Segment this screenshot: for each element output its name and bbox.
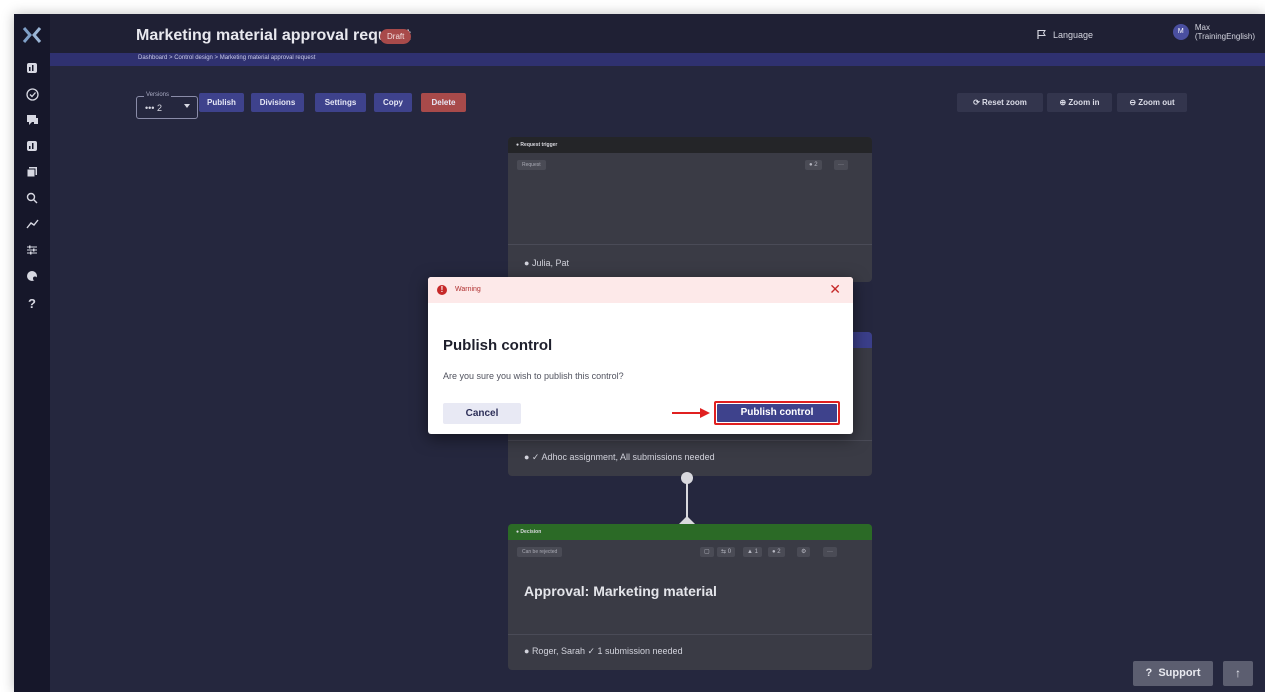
dialog-message: Are you sure you wish to publish this co… xyxy=(443,371,624,381)
versions-label: Versions xyxy=(144,92,172,98)
zoom-out-icon: ⊖ xyxy=(1129,98,1139,107)
app-logo[interactable] xyxy=(21,25,43,45)
assignees-label: Julia, Pat xyxy=(531,258,569,268)
avatar: M xyxy=(1172,24,1189,40)
check-circle-icon[interactable] xyxy=(23,88,41,104)
decision-card[interactable]: ● Decision Can be rejected ▢ ⇆ 0 ▲ 1 ● 2… xyxy=(508,524,872,670)
zoom-out-button[interactable]: ⊖ Zoom out xyxy=(1117,93,1187,112)
dialog-title: Publish control xyxy=(443,337,553,354)
sidebar: ? xyxy=(14,14,50,692)
user-name-line1: Max xyxy=(1194,23,1210,32)
arrow-right-icon xyxy=(672,408,710,418)
card-footer: ● Roger, Sarah ✓ 1 submission needed xyxy=(508,634,872,670)
delete-button[interactable]: Delete xyxy=(421,93,466,112)
publish-control-button[interactable]: Publish control xyxy=(714,401,840,425)
scroll-top-button[interactable]: ↑ xyxy=(1223,661,1253,686)
settings-icon[interactable]: ⚙ xyxy=(797,547,811,557)
type-tag: Request xyxy=(517,160,546,170)
publish-control-label: Publish control xyxy=(717,404,837,422)
assignee-count: 2 xyxy=(777,549,781,555)
card-header: ● Decision xyxy=(508,524,872,540)
trend-icon[interactable] xyxy=(23,218,41,234)
zoom-in-button[interactable]: ⊕ Zoom in xyxy=(1047,93,1112,112)
dashboard-icon[interactable] xyxy=(23,62,41,78)
bell-chip[interactable]: ▲ 1 xyxy=(743,547,762,557)
branch-count: 0 xyxy=(727,549,732,555)
dialog-header-label: Warning xyxy=(455,286,481,293)
help-icon: ? xyxy=(1145,667,1159,679)
support-label: Support xyxy=(1158,667,1201,679)
chat-icon[interactable] xyxy=(23,114,41,130)
sliders-icon[interactable] xyxy=(23,244,41,260)
divisions-button[interactable]: Divisions xyxy=(251,93,304,112)
header-bar: Marketing material approval request Draf… xyxy=(50,14,1265,53)
user-menu[interactable]: M Max (TrainingEnglish) xyxy=(1172,23,1255,41)
search-icon[interactable] xyxy=(23,192,41,208)
zoom-out-label: Zoom out xyxy=(1138,98,1175,107)
user-name: Max (TrainingEnglish) xyxy=(1195,23,1255,41)
card-header-label: Request trigger xyxy=(520,142,558,148)
branch-chip[interactable]: ⇆ 0 xyxy=(717,547,736,557)
close-icon[interactable]: ✕ xyxy=(829,282,841,296)
warning-icon: ! xyxy=(437,285,447,295)
library-icon[interactable] xyxy=(23,166,41,182)
copy-button[interactable]: Copy xyxy=(374,93,412,112)
card-title: Approval: Marketing material xyxy=(524,583,717,599)
breadcrumb[interactable]: Dashboard > Control design > Marketing m… xyxy=(138,55,315,61)
reports-icon[interactable] xyxy=(23,140,41,156)
language-selector[interactable]: Language xyxy=(1036,29,1093,40)
people-icon: ● xyxy=(524,258,532,268)
more-menu[interactable]: ··· xyxy=(834,160,848,170)
dialog-header: ! Warning ✕ xyxy=(428,277,853,303)
assignees-label: Roger, Sarah ✓ 1 submission needed xyxy=(531,646,683,656)
assignee-count-chip[interactable]: ● 2 xyxy=(805,160,822,170)
palette-icon[interactable] xyxy=(23,270,41,286)
versions-value: ••• 2 xyxy=(145,103,162,113)
page-title: Marketing material approval request xyxy=(136,27,411,44)
cancel-button[interactable]: Cancel xyxy=(443,403,521,424)
assignment-label: Adhoc assignment, All submissions needed xyxy=(541,452,715,462)
app-window: ? Marketing material approval request Dr… xyxy=(14,14,1265,692)
support-button[interactable]: ? Support xyxy=(1133,661,1213,686)
flag-icon xyxy=(1037,30,1046,39)
card-footer: ● ✓ Adhoc assignment, All submissions ne… xyxy=(508,440,872,476)
settings-button[interactable]: Settings xyxy=(315,93,366,112)
status-badge: Draft xyxy=(380,29,412,44)
breadcrumb-bar: Dashboard > Control design > Marketing m… xyxy=(50,53,1265,66)
card-header: ● Request trigger xyxy=(508,137,872,153)
type-tag: Can be rejected xyxy=(517,547,563,557)
language-label: Language xyxy=(1052,29,1093,40)
publish-button[interactable]: Publish xyxy=(199,93,244,112)
people-icon: ● ✓ xyxy=(524,452,542,462)
connector-arrow xyxy=(679,516,695,524)
assignee-chip[interactable]: ● 2 xyxy=(768,547,785,557)
help-icon[interactable]: ? xyxy=(23,296,41,312)
request-trigger-card[interactable]: ● Request trigger Request ● 2 ··· ● Juli… xyxy=(508,137,872,282)
reset-zoom-label: Reset zoom xyxy=(982,98,1027,107)
reset-icon: ⟳ xyxy=(973,98,983,107)
assignee-count: 2 xyxy=(814,162,818,168)
reset-zoom-button[interactable]: ⟳ Reset zoom xyxy=(957,93,1043,112)
card-header-label: Decision xyxy=(520,529,542,535)
zoom-in-label: Zoom in xyxy=(1068,98,1100,107)
user-name-line2: (TrainingEnglish) xyxy=(1194,32,1255,41)
calendar-icon[interactable]: ▢ xyxy=(700,547,714,557)
more-menu[interactable]: ··· xyxy=(823,547,837,557)
connector-handle[interactable] xyxy=(681,472,693,484)
chevron-down-icon xyxy=(184,104,190,108)
versions-select[interactable]: Versions ••• 2 xyxy=(136,92,198,119)
publish-dialog: ! Warning ✕ Publish control Are you sure… xyxy=(428,277,853,434)
people-icon: ● xyxy=(524,646,532,656)
notification-count: 1 xyxy=(754,549,758,555)
